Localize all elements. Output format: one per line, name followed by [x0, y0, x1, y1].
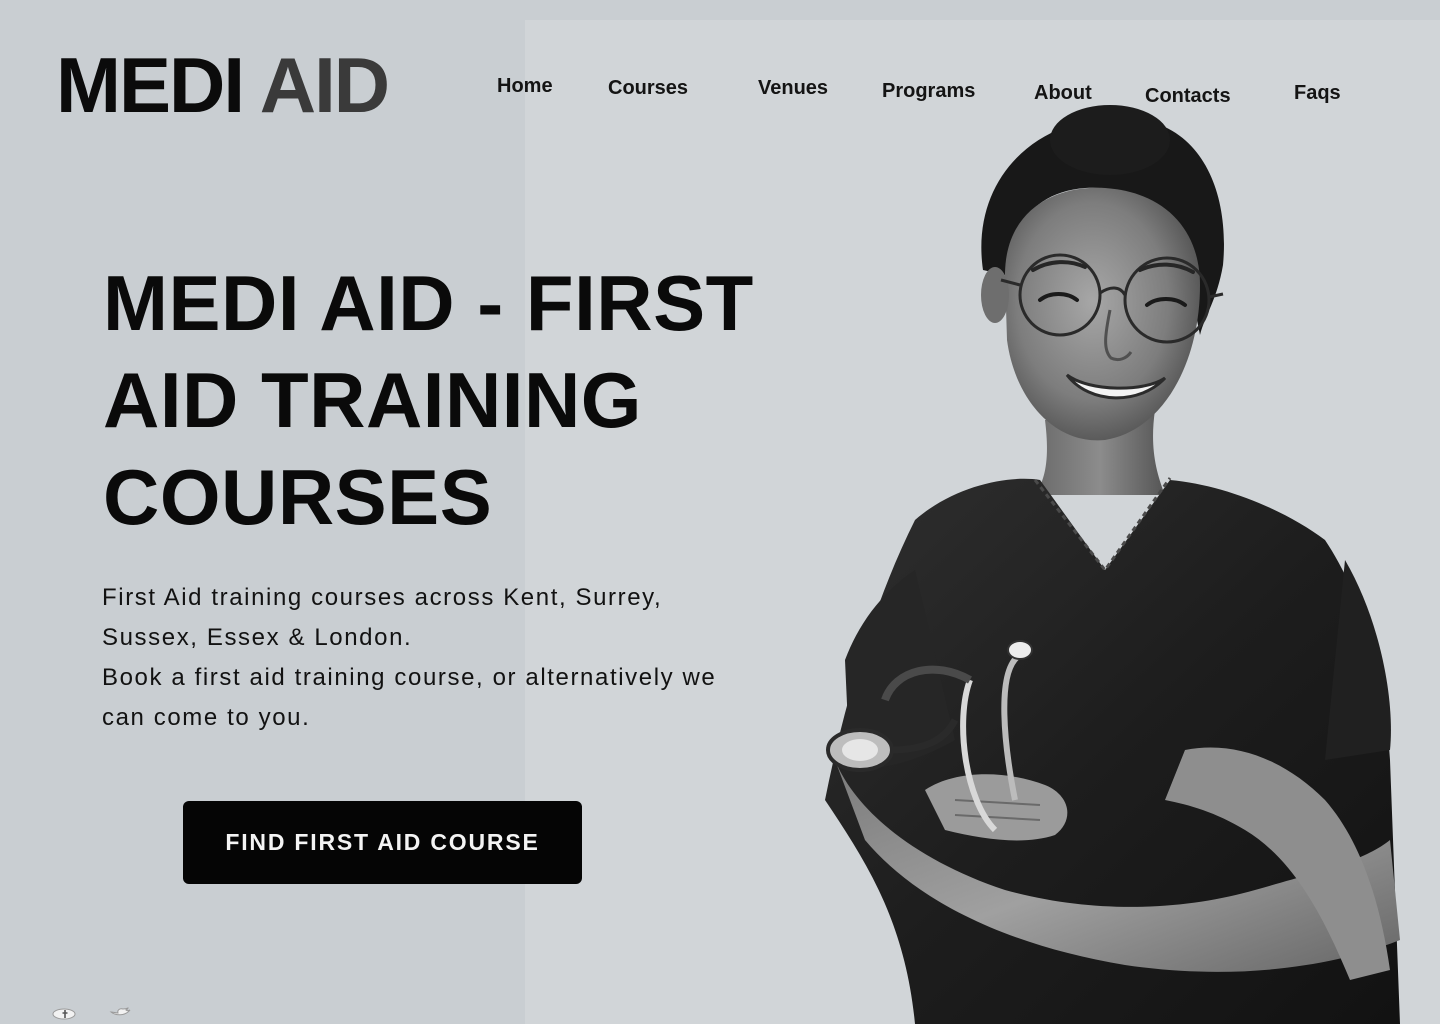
nav-link-courses[interactable]: Courses [608, 77, 688, 100]
facebook-icon[interactable] [50, 1002, 78, 1022]
hero-description: First Aid training courses across Kent, … [102, 578, 802, 738]
brand-logo-aid: AID [259, 41, 390, 129]
find-first-aid-course-label: FIND FIRST AID COURSE [225, 829, 540, 855]
twitter-icon[interactable] [107, 1002, 135, 1022]
brand-logo-medi: MEDI [56, 41, 245, 129]
hero-description-line: can come to you. [102, 704, 311, 731]
find-first-aid-course-button[interactable]: FIND FIRST AID COURSE [183, 801, 582, 884]
nurse-photo [825, 105, 1400, 1024]
nav-link-home[interactable]: Home [497, 75, 553, 98]
brand-logo[interactable]: MEDI AID [56, 46, 390, 124]
hero-title: MEDI AID - FIRST AID TRAINING COURSES [103, 259, 754, 541]
hero-description-line: First Aid training courses across Kent, … [102, 584, 663, 611]
hero-description-line: Book a first aid training course, or alt… [102, 664, 717, 691]
nav-link-venues[interactable]: Venues [758, 77, 828, 100]
hero-description-line: Sussex, Essex & London. [102, 624, 413, 651]
